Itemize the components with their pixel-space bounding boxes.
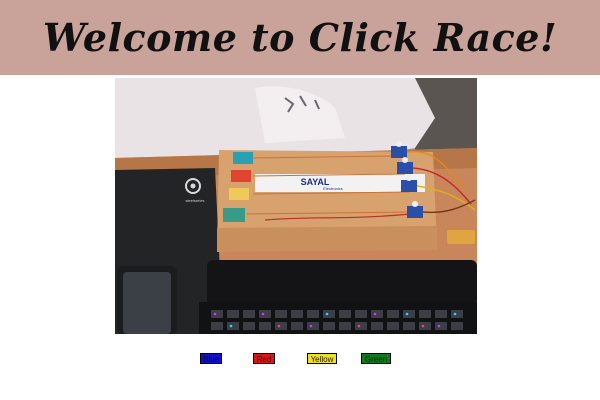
camera-feed: steelseries SAYAL Electronics [115,78,477,334]
green-button[interactable]: Green [361,353,391,364]
camera-feed-image: steelseries SAYAL Electronics [115,78,477,334]
blue-button[interactable]: Blue [200,353,222,364]
header-banner: Welcome to Click Race! [0,0,600,75]
yellow-button[interactable]: Yellow [307,353,337,364]
color-controls: Blue Red Yellow Green [0,353,600,365]
mousepad-brand-text: steelseries [185,198,204,203]
page-title: Welcome to Click Race! [42,15,558,60]
page: Welcome to Click Race! steelseries SAYAL… [0,0,600,400]
red-button[interactable]: Red [253,353,275,364]
board-brand-sub-text: Electronics [323,186,343,191]
